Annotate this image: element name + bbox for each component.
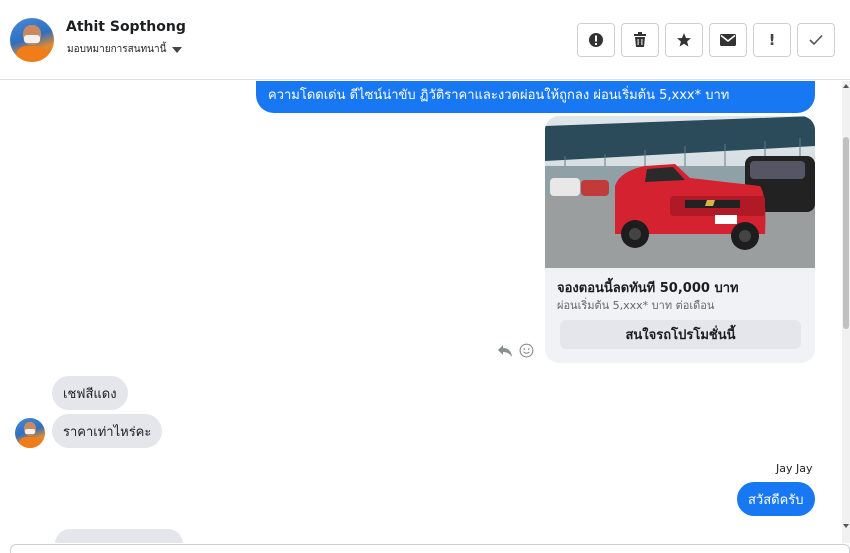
card-subtitle: ผ่อนเริ่มต้น 5,xxx* บาท ต่อเดือน <box>557 299 715 312</box>
message-composer[interactable] <box>10 544 850 553</box>
spam-button[interactable]: ! <box>753 23 791 57</box>
message-thread[interactable]: ความโดดเด่น ดีไซน์น่าขับ ฏิวัติราคาและงว… <box>0 81 842 543</box>
scroll-down-icon[interactable] <box>843 524 849 528</box>
assign-label: มอบหมายการสนทนานี้ <box>67 44 167 55</box>
outgoing-message-text: ความโดดเด่น ดีไซน์น่าขับ ฏิวัติราคาและงว… <box>268 88 730 103</box>
checkmark-icon <box>809 34 823 46</box>
conversation-header: Athit Sopthong มอบหมายการสนทนานี้ ! <box>0 0 850 80</box>
trash-icon <box>634 32 646 47</box>
incoming-message-text: ราคาเท่าไหร่คะ <box>63 424 152 440</box>
report-button[interactable] <box>577 23 615 57</box>
incoming-message[interactable]: เชฟสีแดง <box>52 376 128 410</box>
exclamation-icon: ! <box>768 31 776 49</box>
scrollbar-thumb[interactable] <box>843 137 849 329</box>
envelope-icon <box>720 34 736 46</box>
inbox-conversation: Athit Sopthong มอบหมายการสนทนานี้ ! ความ… <box>0 0 850 553</box>
incoming-message-text: เชฟสีแดง <box>63 386 117 402</box>
outgoing-message[interactable]: ความโดดเด่น ดีไซน์น่าขับ ฏิวัติราคาและงว… <box>256 81 815 113</box>
outgoing-message[interactable]: สวัสดีครับ <box>737 482 815 516</box>
delete-button[interactable] <box>621 23 659 57</box>
assign-conversation-dropdown[interactable]: มอบหมายการสนทนานี้ <box>67 42 183 57</box>
car-photo[interactable] <box>545 116 815 268</box>
outgoing-message-text: สวัสดีครับ <box>748 492 804 508</box>
sender-avatar[interactable] <box>15 418 45 448</box>
incoming-message-partial[interactable] <box>55 529 183 543</box>
promo-card[interactable]: จองตอนนี้ลดทันที 50,000 บาท ผ่อนเริ่มต้น… <box>545 116 815 363</box>
star-icon <box>677 33 691 47</box>
message-actions <box>497 343 534 358</box>
mark-unread-button[interactable] <box>709 23 747 57</box>
header-actions: ! <box>577 23 835 57</box>
caret-down-icon <box>172 46 183 53</box>
scroll-up-icon[interactable] <box>843 84 849 88</box>
contact-avatar[interactable] <box>10 18 54 62</box>
incoming-message[interactable]: ราคาเท่าไหร่คะ <box>52 414 163 448</box>
done-button[interactable] <box>797 23 835 57</box>
card-cta-button[interactable]: สนใจรถโปรโมชั่นนี้ <box>560 320 801 349</box>
reply-icon[interactable] <box>497 344 513 358</box>
sender-name: Jay Jay <box>776 462 813 475</box>
card-title: จองตอนนี้ลดทันที 50,000 บาท <box>557 281 739 296</box>
alert-circle-icon <box>589 33 603 47</box>
emoji-icon[interactable] <box>519 343 534 358</box>
contact-name[interactable]: Athit Sopthong <box>66 19 186 35</box>
star-button[interactable] <box>665 23 703 57</box>
